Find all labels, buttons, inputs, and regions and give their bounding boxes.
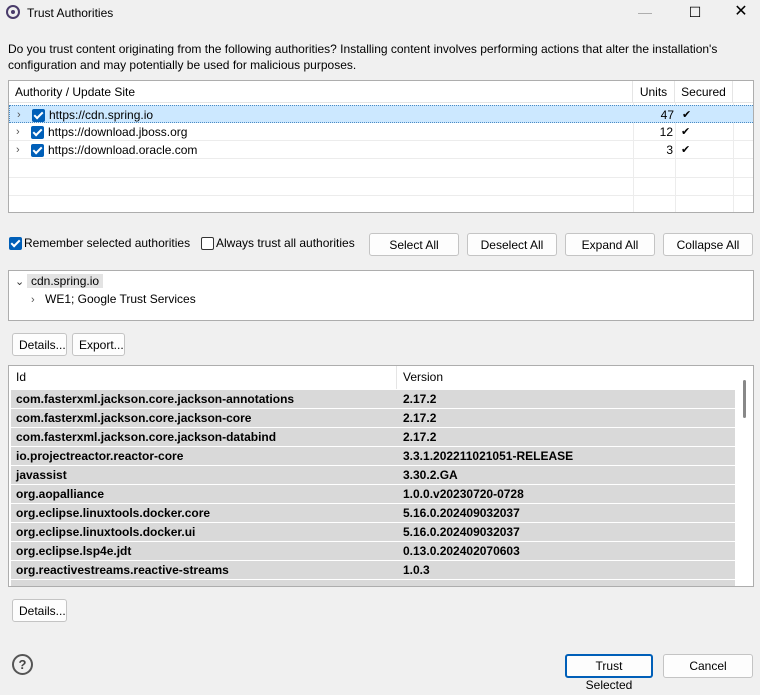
tree-node-child[interactable]: › WE1; Google Trust Services [31,290,196,308]
units-details-button[interactable]: Details... [12,599,67,622]
collapse-all-button[interactable]: Collapse All [663,233,753,256]
table-row[interactable]: com.fasterxml.jackson.core.jackson-annot… [11,390,735,408]
authority-row-oracle[interactable]: › https://download.oracle.com 3 ✔ [9,141,753,159]
table-row[interactable]: org.eclipse.linuxtools.docker.ui 5.16.0.2… [11,523,735,541]
table-row-partial[interactable] [11,580,735,586]
table-row[interactable]: org.eclipse.linuxtools.docker.core 5.16.0… [11,504,735,522]
secured-check-icon: ✔ [682,109,692,121]
trust-description: Do you trust content originating from th… [8,42,718,72]
scrollbar-thumb[interactable] [743,380,746,418]
unit-version: 3.3.1.202211021051-RELEASE [403,449,574,463]
unit-version: 1.0.3 [403,563,430,577]
units-table: Id Version com.fasterxml.jackson.core.ja… [8,365,754,587]
remember-checkbox[interactable] [9,237,22,250]
unit-version: 5.16.0.202409032037 [403,525,520,539]
unit-version: 2.17.2 [403,392,437,406]
cert-export-button[interactable]: Export... [72,333,125,356]
remember-label[interactable]: Remember selected authorities [24,236,190,250]
certificate-tree: ⌄ cdn.spring.io › WE1; Google Trust Servic… [8,270,754,321]
cancel-button[interactable]: Cancel [663,654,753,678]
table-row[interactable]: org.reactivestreams.reactive-streams 1.0.… [11,561,735,579]
authority-row-jboss[interactable]: › https://download.jboss.org 12 ✔ [9,123,753,141]
empty-row-line [9,177,753,178]
column-header-units[interactable]: Units [633,81,675,103]
cert-details-button[interactable]: Details... [12,333,67,356]
unit-version: 0.13.0.202402070603 [403,544,520,558]
authority-checkbox[interactable] [31,126,44,139]
chevron-down-icon[interactable]: ⌄ [15,273,27,291]
maximize-button[interactable]: ☐ [672,0,718,26]
authority-checkbox[interactable] [32,109,45,122]
chevron-right-icon[interactable]: › [16,123,20,141]
unit-id: javassist [16,468,67,482]
tree-node-root[interactable]: ⌄ cdn.spring.io [15,272,104,291]
trust-selected-button[interactable]: Trust Selected [565,654,653,692]
column-header-id[interactable]: Id [9,366,397,389]
column-header-secured[interactable]: Secured [675,81,733,103]
chevron-right-icon[interactable]: › [31,291,45,309]
help-icon[interactable]: ? [12,654,33,675]
column-header-site[interactable]: Authority / Update Site [9,81,633,103]
authority-url: https://download.jboss.org [48,125,188,139]
unit-id: org.eclipse.linuxtools.docker.ui [16,525,196,539]
unit-id: org.eclipse.lsp4e.jdt [16,544,132,558]
unit-version: 1.0.0.v20230720-0728 [403,487,524,501]
unit-id: com.fasterxml.jackson.core.jackson-datab… [16,430,277,444]
column-header-version[interactable]: Version [397,366,735,389]
chevron-right-icon[interactable]: › [17,106,21,124]
minimize-button[interactable]: — [622,0,668,26]
vertical-scrollbar[interactable] [736,366,753,586]
unit-id: com.fasterxml.jackson.core.jackson-annot… [16,392,295,406]
table-row[interactable]: org.eclipse.lsp4e.jdt 0.13.0.202402070603 [11,542,735,560]
expand-all-button[interactable]: Expand All [565,233,655,256]
empty-row-line [9,195,753,196]
deselect-all-button[interactable]: Deselect All [467,233,557,256]
unit-id: org.reactivestreams.reactive-streams [16,563,229,577]
authority-url: https://cdn.spring.io [49,108,154,122]
unit-version: 2.17.2 [403,411,437,425]
always-trust-label[interactable]: Always trust all authorities [216,236,355,250]
table-row[interactable]: com.fasterxml.jackson.core.jackson-datab… [11,428,735,446]
close-button[interactable]: ✕ [718,0,760,26]
window-title: Trust Authorities [27,6,114,20]
always-trust-checkbox[interactable] [201,237,214,250]
unit-version: 3.30.2.GA [403,468,458,482]
table-row[interactable]: javassist 3.30.2.GA [11,466,735,484]
authority-units: 47 [660,108,674,122]
chevron-right-icon[interactable]: › [16,141,20,159]
unit-id: com.fasterxml.jackson.core.jackson-core [16,411,252,425]
authority-url: https://download.oracle.com [48,143,198,157]
unit-id: org.aopalliance [16,487,105,501]
secured-check-icon: ✔ [681,126,691,138]
select-all-button[interactable]: Select All [369,233,459,256]
table-row[interactable]: com.fasterxml.jackson.core.jackson-core 2… [11,409,735,427]
unit-version: 2.17.2 [403,430,437,444]
title-bar: Trust Authorities — ☐ ✕ [0,0,760,26]
unit-id: io.projectreactor.reactor-core [16,449,184,463]
authority-units: 3 [666,143,673,157]
table-row[interactable]: org.aopalliance 1.0.0.v20230720-0728 [11,485,735,503]
tree-node-label: WE1; Google Trust Services [45,292,196,306]
unit-id: org.eclipse.linuxtools.docker.core [16,506,211,520]
column-header-filler [733,81,753,103]
table-row[interactable]: io.projectreactor.reactor-core 3.3.1.2022… [11,447,735,465]
authority-units: 12 [659,125,673,139]
authorities-table: Authority / Update Site Units Secured › … [8,80,754,213]
eclipse-app-icon [6,5,20,19]
authority-checkbox[interactable] [31,144,44,157]
authority-row-spring[interactable]: › https://cdn.spring.io 47 ✔ [9,105,753,124]
tree-node-label: cdn.spring.io [27,274,104,288]
secured-check-icon: ✔ [681,144,691,156]
unit-version: 5.16.0.202409032037 [403,506,520,520]
